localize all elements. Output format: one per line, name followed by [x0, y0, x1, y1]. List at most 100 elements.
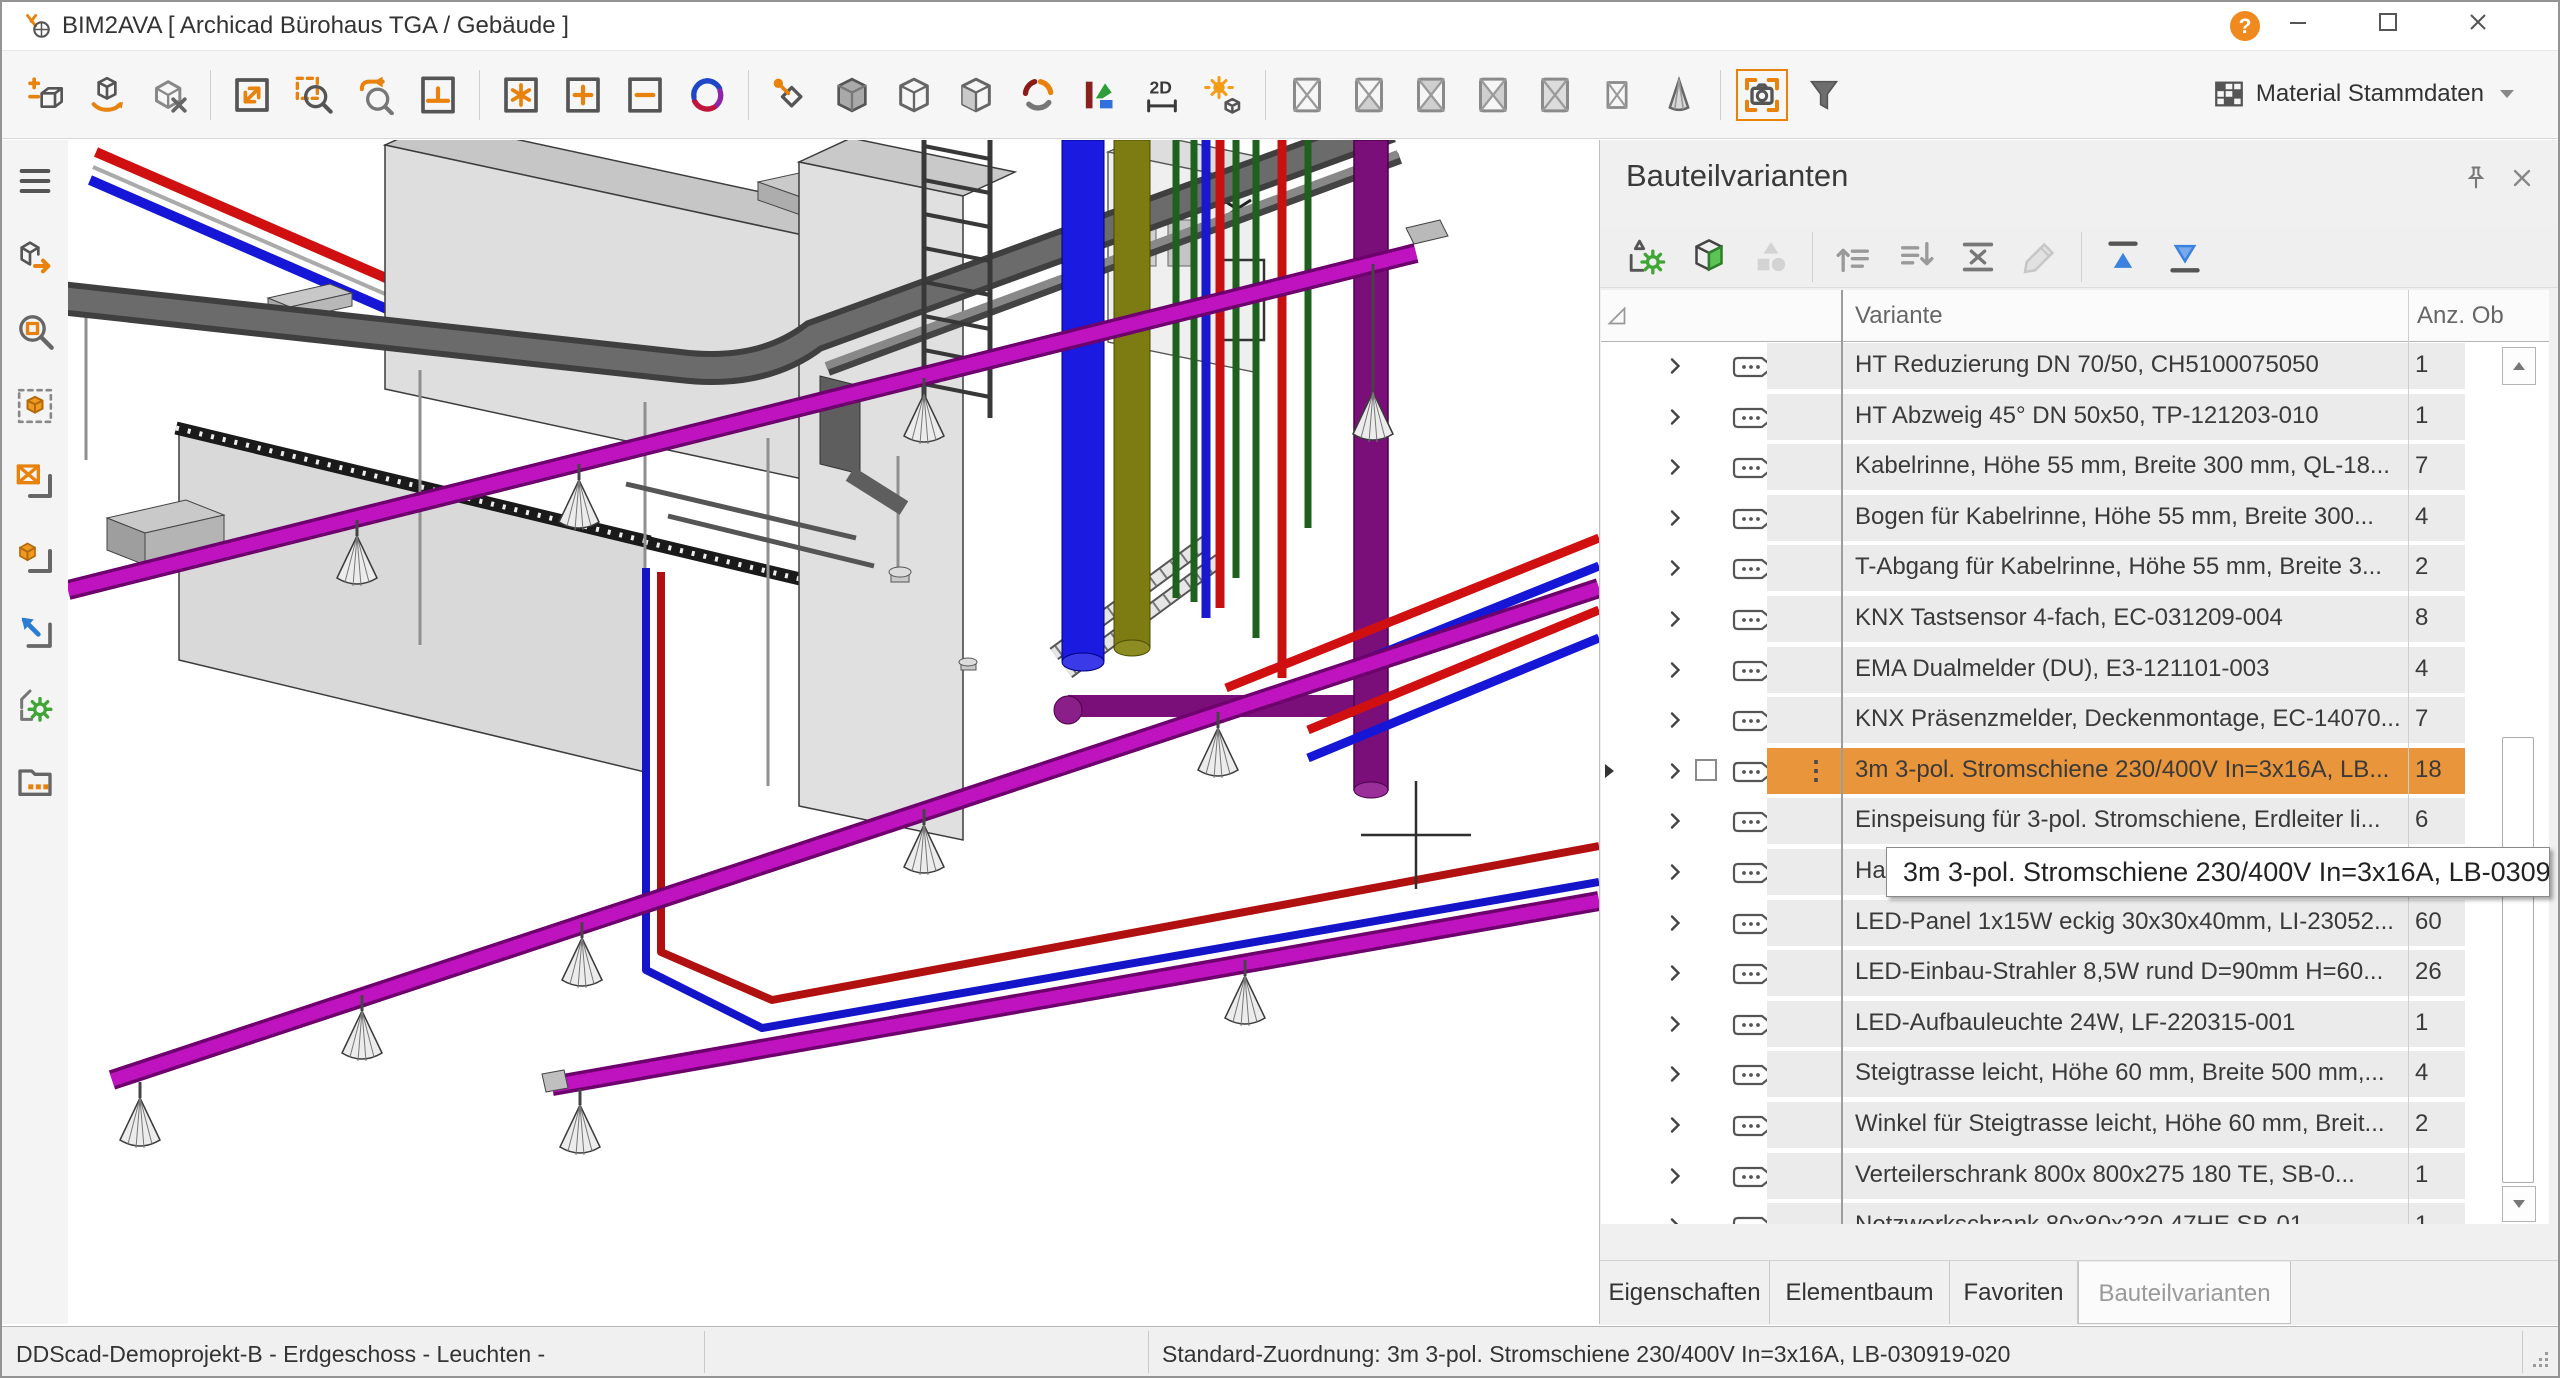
row-checkbox[interactable] — [1695, 759, 1717, 781]
expander-icon[interactable] — [1663, 1113, 1687, 1137]
pie-evaluation-button[interactable] — [1012, 69, 1064, 121]
project-folder-button[interactable] — [10, 756, 60, 806]
tab-elementbaum[interactable]: Elementbaum — [1770, 1261, 1950, 1324]
indent-button[interactable] — [1891, 232, 1941, 282]
variant-settings-button[interactable] — [1622, 232, 1672, 282]
table-row[interactable]: ⋮ HT Abzweig 45° DN 50x50, TP-121203-010… — [1601, 394, 2549, 440]
row-background[interactable]: ⋮ Verteilerschrank 800x 800x275 180 TE, … — [1767, 1153, 2465, 1199]
deselect-region-button[interactable] — [10, 456, 60, 506]
filter-button[interactable] — [1798, 69, 1850, 121]
row-background[interactable]: ⋮ HT Abzweig 45° DN 50x50, TP-121203-010… — [1767, 394, 2465, 440]
tab-eigenschaften[interactable]: Eigenschaften — [1600, 1261, 1770, 1324]
hide-model-button[interactable] — [143, 69, 195, 121]
vscroll-thumb[interactable] — [2502, 737, 2534, 1183]
resize-grip-icon[interactable] — [2532, 1351, 2548, 1367]
table-row[interactable]: ⋮ KNX Präsenzmelder, Deckenmontage, EC-1… — [1601, 697, 2549, 743]
close-button[interactable] — [2448, 2, 2508, 48]
export-model-button[interactable] — [10, 231, 60, 281]
table-row[interactable]: ⋮ Winkel für Steigtrasse leicht, Höhe 60… — [1601, 1102, 2549, 1148]
zoom-window-button[interactable] — [288, 69, 340, 121]
expander-icon[interactable] — [1663, 1012, 1687, 1036]
collapse-all-button[interactable] — [1953, 232, 2003, 282]
expander-icon[interactable] — [1663, 405, 1687, 429]
expander-icon[interactable] — [1663, 759, 1687, 783]
expander-icon[interactable] — [1663, 860, 1687, 884]
row-background[interactable]: ⋮ Kabelrinne, Höhe 55 mm, Breite 300 mm,… — [1767, 444, 2465, 490]
row-background[interactable]: ⋮ LED-Panel 1x15W eckig 30x30x40mm, LI-2… — [1767, 900, 2465, 946]
expander-icon[interactable] — [1663, 354, 1687, 378]
table-row[interactable]: ⋮ T-Abgang für Kabelrinne, Höhe 55 mm, B… — [1601, 545, 2549, 591]
snap-settings-button[interactable] — [764, 69, 816, 121]
view-filter-3-button[interactable] — [1405, 69, 1457, 121]
expander-icon[interactable] — [1663, 1164, 1687, 1188]
view-filter-6-button[interactable] — [1591, 69, 1643, 121]
row-background[interactable]: ⋮ 3m 3-pol. Stromschiene 230/400V In=3x1… — [1767, 748, 2465, 794]
pin-button[interactable] — [2462, 164, 2490, 192]
expander-icon[interactable] — [1663, 708, 1687, 732]
row-background[interactable]: ⋮ KNX Präsenzmelder, Deckenmontage, EC-1… — [1767, 697, 2465, 743]
row-background[interactable]: ⋮ LED-Einbau-Strahler 8,5W rund D=90mm H… — [1767, 950, 2465, 996]
display-solid-button[interactable] — [826, 69, 878, 121]
scroll-top-button[interactable] — [2098, 232, 2148, 282]
row-background[interactable]: ⋮ T-Abgang für Kabelrinne, Höhe 55 mm, B… — [1767, 545, 2465, 591]
tab-bauteilvarianten[interactable]: Bauteilvarianten — [2078, 1261, 2291, 1324]
expander-icon[interactable] — [1663, 455, 1687, 479]
zoom-selection-button[interactable] — [10, 306, 60, 356]
menu-button[interactable] — [10, 156, 60, 206]
fit-view-button[interactable] — [10, 606, 60, 656]
edit-variant-button[interactable] — [2015, 232, 2065, 282]
scroll-down-button[interactable] — [2502, 1186, 2536, 1222]
row-background[interactable]: ⋮ EMA Dualmelder (DU), E3-121101-003 4 — [1767, 647, 2465, 693]
table-row[interactable]: ⋮ KNX Tastsensor 4-fach, EC-031209-004 8 — [1601, 596, 2549, 642]
cone-view-button[interactable] — [1653, 69, 1705, 121]
viewport-3d[interactable] — [68, 140, 1599, 1324]
expander-icon[interactable] — [1663, 556, 1687, 580]
shapes-button[interactable] — [1746, 232, 1796, 282]
view-filter-4-button[interactable] — [1467, 69, 1519, 121]
statistics-button[interactable] — [1074, 69, 1126, 121]
view-filter-2-button[interactable] — [1343, 69, 1395, 121]
import-model-button[interactable] — [19, 69, 71, 121]
zoom-out-button[interactable] — [619, 69, 671, 121]
row-background[interactable]: ⋮ LED-Aufbauleuchte 24W, LF-220315-001 1 — [1767, 1001, 2465, 1047]
table-row[interactable]: ⋮ Steigtrasse leicht, Höhe 60 mm, Breite… — [1601, 1051, 2549, 1097]
show-all-button[interactable] — [495, 69, 547, 121]
table-row[interactable]: ⋮ LED-Einbau-Strahler 8,5W rund D=90mm H… — [1601, 950, 2549, 996]
zoom-in-button[interactable] — [557, 69, 609, 121]
scroll-up-button[interactable] — [2502, 347, 2536, 385]
maximize-button[interactable] — [2358, 2, 2418, 48]
scroll-bottom-button[interactable] — [2160, 232, 2210, 282]
select-region-button[interactable] — [10, 531, 60, 581]
row-background[interactable]: ⋮ Bogen für Kabelrinne, Höhe 55 mm, Brei… — [1767, 495, 2465, 541]
panel-close-button[interactable] — [2508, 164, 2536, 192]
minimize-button[interactable] — [2268, 2, 2328, 48]
light-model-button[interactable] — [1198, 69, 1250, 121]
row-background[interactable]: ⋮ Netzwerkschrank 80x80x230 47HE SB-01 1 — [1767, 1203, 2465, 1224]
row-background[interactable]: ⋮ Winkel für Steigtrasse leicht, Höhe 60… — [1767, 1102, 2465, 1148]
dimension-2d-button[interactable]: 2D — [1136, 69, 1188, 121]
titlebar[interactable]: BIM2AVA [ Archicad Bürohaus TGA / Gebäud… — [2, 2, 2558, 51]
assign-variant-button[interactable] — [1684, 232, 1734, 282]
row-background[interactable]: ⋮ Steigtrasse leicht, Höhe 60 mm, Breite… — [1767, 1051, 2465, 1097]
origin-axes-button[interactable] — [412, 69, 464, 121]
view-filter-1-button[interactable] — [1281, 69, 1333, 121]
row-background[interactable]: ⋮ HT Reduzierung DN 70/50, CH5100075050 … — [1767, 343, 2465, 389]
material-masterdata-dropdown[interactable]: Material Stammdaten — [2212, 51, 2514, 137]
table-row[interactable]: ⋮ Netzwerkschrank 80x80x230 47HE SB-01 1 — [1601, 1203, 2549, 1224]
view-filter-5-button[interactable] — [1529, 69, 1581, 121]
expander-icon[interactable] — [1663, 607, 1687, 631]
tab-favoriten[interactable]: Favoriten — [1950, 1261, 2078, 1324]
table-row[interactable]: ⋮ HT Reduzierung DN 70/50, CH5100075050 … — [1601, 343, 2549, 389]
outdent-button[interactable] — [1829, 232, 1879, 282]
zoom-extents-button[interactable] — [226, 69, 278, 121]
row-background[interactable]: ⋮ Einspeisung für 3-pol. Stromschiene, E… — [1767, 798, 2465, 844]
expander-icon[interactable] — [1663, 1062, 1687, 1086]
table-row[interactable]: ⋮ EMA Dualmelder (DU), E3-121101-003 4 — [1601, 647, 2549, 693]
table-row[interactable]: ⋮ LED-Panel 1x15W eckig 30x30x40mm, LI-2… — [1601, 900, 2549, 946]
orbit-model-button[interactable] — [81, 69, 133, 121]
table-row[interactable]: ⋮ Bogen für Kabelrinne, Höhe 55 mm, Brei… — [1601, 495, 2549, 541]
table-row[interactable]: ⋮ Verteilerschrank 800x 800x275 180 TE, … — [1601, 1153, 2549, 1199]
row-background[interactable]: ⋮ KNX Tastsensor 4-fach, EC-031209-004 8 — [1767, 596, 2465, 642]
screenshot-button[interactable] — [1736, 69, 1788, 121]
expander-icon[interactable] — [1663, 506, 1687, 530]
